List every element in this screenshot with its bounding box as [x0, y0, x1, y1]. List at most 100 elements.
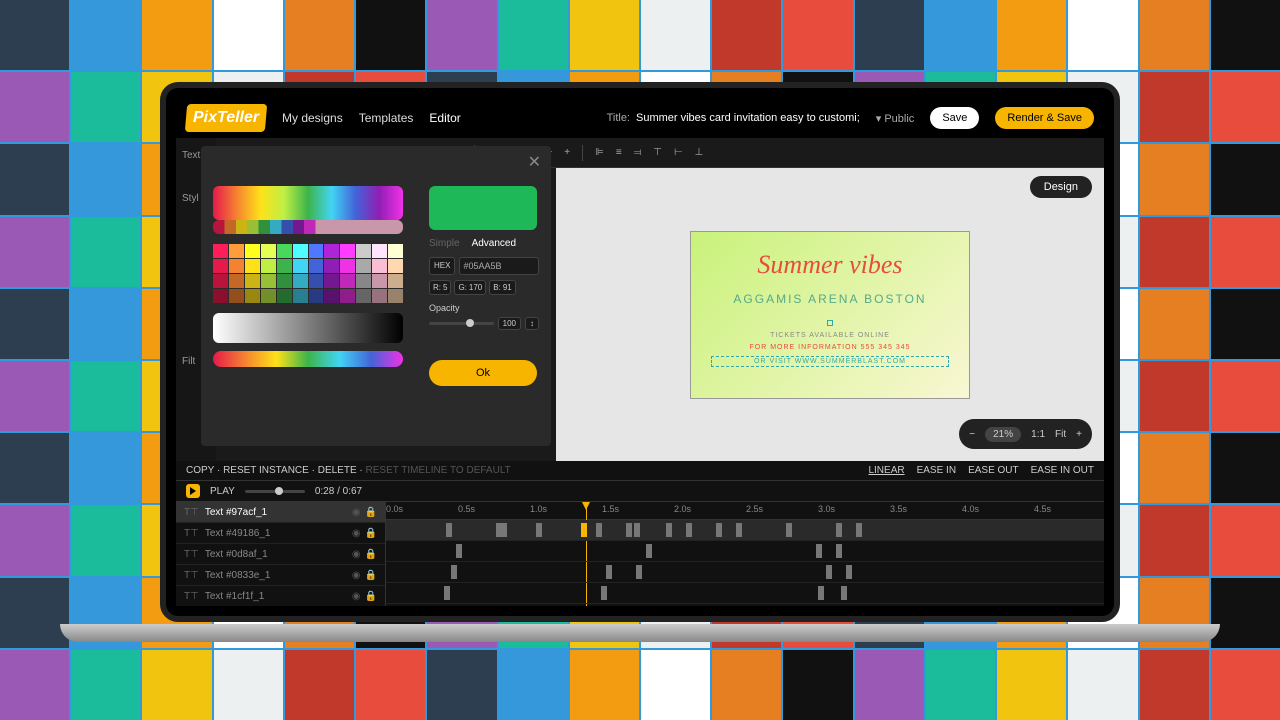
time-ruler[interactable]: const marks=["0.0s","0.5s","1.0s","1.5s"…: [386, 502, 1104, 520]
visibility-icon[interactable]: ◉: [352, 570, 361, 581]
keyframe[interactable]: [596, 523, 602, 537]
keyframe[interactable]: [856, 523, 862, 537]
visibility-dropdown[interactable]: ▾ Public: [876, 112, 915, 125]
b-input[interactable]: B:91: [489, 280, 515, 295]
track-row[interactable]: [386, 583, 1104, 604]
lock-icon[interactable]: 🔒: [365, 549, 377, 560]
keyframe[interactable]: [626, 523, 632, 537]
lock-icon[interactable]: 🔒: [365, 591, 377, 602]
visibility-icon[interactable]: ◉: [352, 507, 361, 518]
speed-slider[interactable]: [245, 490, 305, 493]
logo[interactable]: PixTeller: [185, 104, 267, 132]
opacity-slider[interactable]: 100 ↕: [429, 317, 539, 330]
visibility-icon[interactable]: ◉: [352, 591, 361, 602]
easing-ease-in[interactable]: EASE IN: [917, 465, 956, 476]
keyframe[interactable]: [716, 523, 722, 537]
keyframe[interactable]: [581, 523, 587, 537]
canvas-line1-text[interactable]: TICKETS AVAILABLE ONLINE: [691, 332, 969, 339]
keyframe[interactable]: [836, 523, 842, 537]
tab-advanced[interactable]: Advanced: [472, 238, 516, 249]
align-right-icon[interactable]: ⫤: [634, 147, 642, 158]
keyframe[interactable]: [634, 523, 640, 537]
align-middle-icon[interactable]: ⊢: [674, 147, 683, 158]
selection-handle[interactable]: [827, 320, 833, 326]
canvas-subtitle-text[interactable]: AGGAMIS ARENA BOSTON: [691, 292, 969, 306]
layer-row[interactable]: T⊤Text #0d8af_1◉🔒: [176, 544, 385, 565]
keyframe[interactable]: [786, 523, 792, 537]
keyframe[interactable]: [646, 544, 652, 558]
keyframe[interactable]: [686, 523, 692, 537]
design-canvas[interactable]: Summer vibes AGGAMIS ARENA BOSTON TICKET…: [690, 231, 970, 399]
canvas-title-text[interactable]: Summer vibes: [691, 250, 969, 280]
design-mode-button[interactable]: Design: [1030, 176, 1092, 198]
zoom-1to1[interactable]: 1:1: [1031, 429, 1045, 440]
layer-row[interactable]: T⊤Text #49186_1◉🔒: [176, 523, 385, 544]
keyframe[interactable]: [451, 565, 457, 579]
keyframe[interactable]: [444, 586, 450, 600]
close-icon[interactable]: ✕: [528, 152, 541, 172]
tab-simple[interactable]: Simple: [429, 238, 460, 249]
zoom-fit[interactable]: Fit: [1055, 429, 1066, 440]
palette-rainbow[interactable]: [213, 186, 403, 220]
lock-icon[interactable]: 🔒: [365, 528, 377, 539]
zoom-in-icon[interactable]: +: [564, 147, 570, 158]
visibility-icon[interactable]: ◉: [352, 528, 361, 539]
keyframe[interactable]: [816, 544, 822, 558]
title-input[interactable]: Summer vibes card invitation easy to cus…: [636, 112, 860, 124]
easing-ease-out[interactable]: EASE OUT: [968, 465, 1019, 476]
track-row[interactable]: [386, 541, 1104, 562]
canvas-area[interactable]: Design Summer vibes AGGAMIS ARENA BOSTON…: [556, 168, 1104, 461]
action-copy[interactable]: COPY: [186, 465, 214, 476]
keyframe[interactable]: [826, 565, 832, 579]
nav-editor[interactable]: Editor: [429, 111, 460, 125]
palette-rainbow-dark[interactable]: [213, 220, 403, 234]
palette-grid[interactable]: const cols=['#e6194b','#f58231','#ffe119…: [213, 244, 403, 303]
track-row[interactable]: [386, 604, 1104, 606]
zoom-plus-icon[interactable]: +: [1076, 429, 1082, 440]
keyframe[interactable]: [636, 565, 642, 579]
keyframe[interactable]: [836, 544, 842, 558]
layer-row[interactable]: T⊤Text #1cf1f_1◉🔒: [176, 586, 385, 606]
keyframe[interactable]: [818, 586, 824, 600]
align-center-icon[interactable]: ≡: [616, 147, 622, 158]
lock-icon[interactable]: 🔒: [365, 507, 377, 518]
play-button[interactable]: [186, 484, 200, 498]
lock-icon[interactable]: 🔒: [365, 570, 377, 581]
keyframe[interactable]: [501, 523, 507, 537]
keyframe[interactable]: [606, 565, 612, 579]
palette-grayscale[interactable]: [213, 313, 403, 343]
keyframe[interactable]: [601, 586, 607, 600]
nav-my-designs[interactable]: My designs: [282, 111, 343, 125]
r-input[interactable]: R:5: [429, 280, 451, 295]
palette-gradient-bar[interactable]: [213, 351, 403, 367]
visibility-icon[interactable]: ◉: [352, 549, 361, 560]
g-input[interactable]: G:170: [454, 280, 486, 295]
layer-row[interactable]: T⊤Text #97acf_1◉🔒: [176, 502, 385, 523]
keyframe[interactable]: [846, 565, 852, 579]
track-row[interactable]: [386, 520, 1104, 541]
hex-input[interactable]: [459, 257, 539, 275]
track-area[interactable]: const marks=["0.0s","0.5s","1.0s","1.5s"…: [386, 502, 1104, 606]
align-top-icon[interactable]: ⊤: [653, 147, 662, 158]
save-button[interactable]: Save: [930, 107, 979, 129]
align-bottom-icon[interactable]: ⊥: [695, 147, 704, 158]
action-reset-instance[interactable]: RESET INSTANCE: [223, 465, 309, 476]
keyframe[interactable]: [456, 544, 462, 558]
keyframe[interactable]: [536, 523, 542, 537]
zoom-minus-icon[interactable]: −: [969, 429, 975, 440]
layer-row[interactable]: T⊤Text #0833e_1◉🔒: [176, 565, 385, 586]
canvas-line2-text[interactable]: FOR MORE INFORMATION 555 345 345: [691, 344, 969, 351]
zoom-percent[interactable]: 21%: [985, 427, 1021, 442]
keyframe[interactable]: [666, 523, 672, 537]
action-delete[interactable]: DELETE: [318, 465, 357, 476]
keyframe[interactable]: [446, 523, 452, 537]
canvas-line3-text[interactable]: OR VISIT WWW.SUMMERBLAST.COM: [711, 356, 949, 367]
keyframe[interactable]: [736, 523, 742, 537]
easing-linear[interactable]: LINEAR: [868, 465, 904, 476]
track-row[interactable]: [386, 562, 1104, 583]
align-left-icon[interactable]: ⊫: [595, 147, 604, 158]
easing-ease-in-out[interactable]: EASE IN OUT: [1031, 465, 1094, 476]
keyframe[interactable]: [841, 586, 847, 600]
render-save-button[interactable]: Render & Save: [995, 107, 1094, 129]
ok-button[interactable]: Ok: [429, 360, 537, 386]
